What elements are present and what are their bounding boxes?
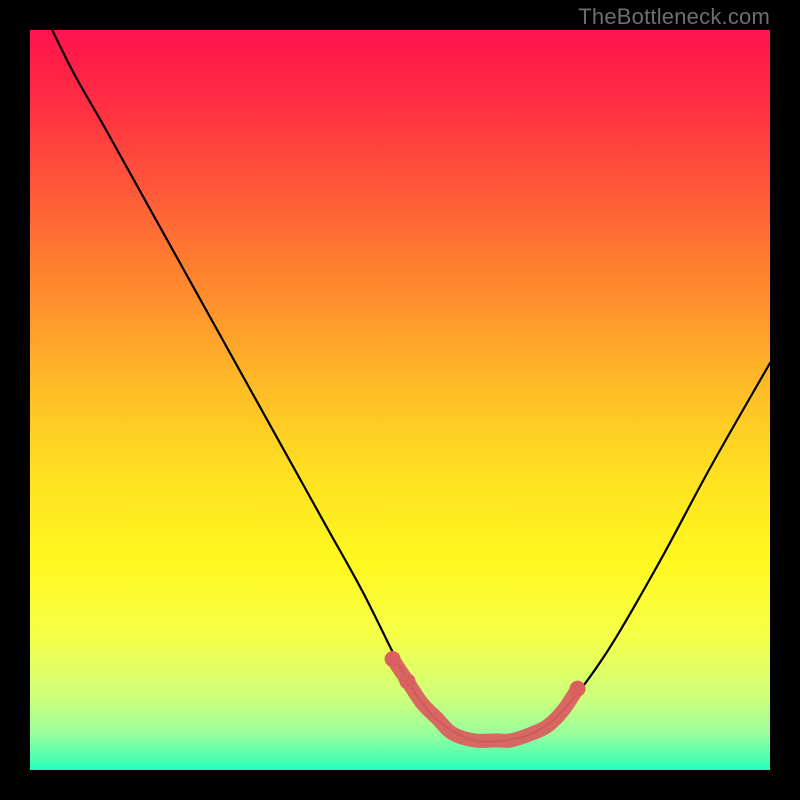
highlighted-segment: [393, 659, 578, 741]
bottleneck-v-curve: [52, 30, 770, 742]
watermark-text: TheBottleneck.com: [578, 4, 770, 30]
curves-layer: [30, 30, 770, 770]
highlight-dot: [399, 673, 415, 689]
chart-frame: TheBottleneck.com: [0, 0, 800, 800]
plot-area: [30, 30, 770, 770]
highlight-dot: [385, 651, 401, 667]
highlight-dot: [570, 681, 586, 697]
